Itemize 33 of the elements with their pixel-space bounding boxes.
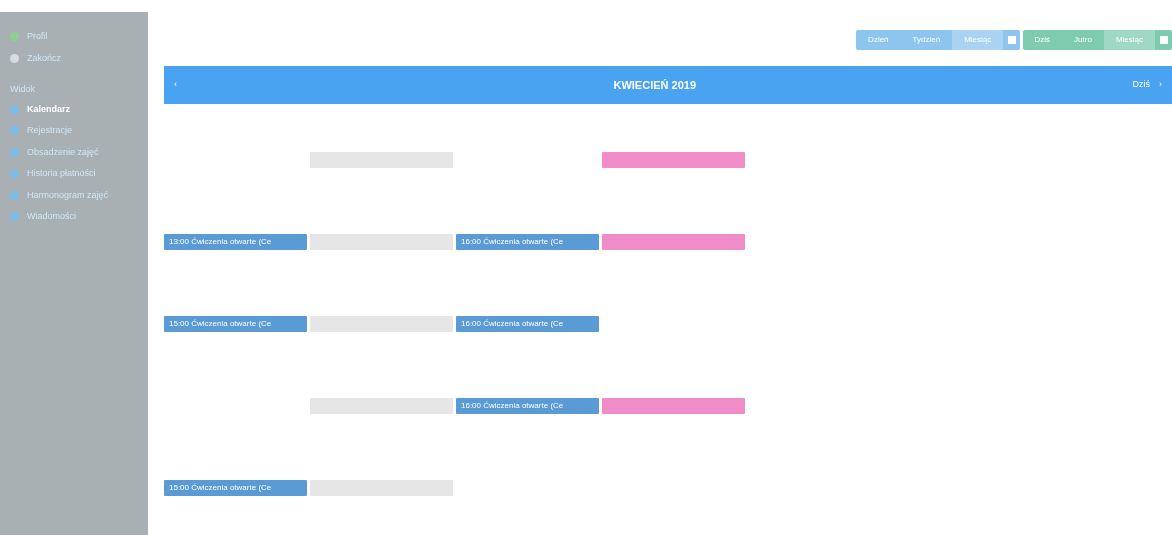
calendar-event[interactable] xyxy=(602,234,745,250)
calendar-event[interactable] xyxy=(310,398,453,414)
sidebar-item[interactable]: Zakończ xyxy=(10,47,148,69)
section-title: Widok xyxy=(10,83,36,96)
calendar-event[interactable]: 15:00 Ćwiczenia otwarte (Ce xyxy=(164,316,307,332)
calendar-event[interactable]: 16:00 Ćwiczenia otwarte (Ce xyxy=(456,234,599,250)
view-button[interactable]: Miesiąc xyxy=(952,30,1004,50)
view-button[interactable]: Miesiąc xyxy=(1103,30,1155,50)
calendar-event[interactable] xyxy=(602,398,745,414)
view-button[interactable]: Dziś xyxy=(1022,30,1063,50)
today-button[interactable]: Dziś xyxy=(1132,78,1150,92)
calendar-event[interactable] xyxy=(310,234,453,250)
sidebar-item[interactable]: Harmonogram zajęć xyxy=(10,184,148,206)
calendar-event[interactable] xyxy=(310,480,453,496)
sidebar-item[interactable]: Profil xyxy=(10,26,148,48)
view-button[interactable]: Tydzień xyxy=(900,30,953,50)
calendar-event[interactable] xyxy=(310,152,453,168)
calendar-event[interactable]: 13:00 Ćwiczenia otwarte (Ce xyxy=(164,234,307,250)
calendar-event[interactable] xyxy=(602,152,745,168)
calendar-event[interactable] xyxy=(310,316,453,332)
calendar-event[interactable]: 16:00 Ćwiczenia otwarte (Ce xyxy=(456,316,599,332)
sidebar-item[interactable]: Rejestracje xyxy=(10,120,148,142)
view-button[interactable]: Dzień xyxy=(856,30,901,50)
sidebar-item[interactable]: Historia płatności xyxy=(10,163,148,185)
sidebar-item[interactable]: Kalendarz xyxy=(10,98,148,120)
calendar-event[interactable]: 16:00 Ćwiczenia otwarte (Ce xyxy=(456,398,599,414)
month-title: KWIECIEŃ 2019 xyxy=(612,77,697,93)
next-button[interactable]: › xyxy=(1159,78,1162,92)
view-button[interactable]: Jutro xyxy=(1062,30,1104,50)
sidebar-item[interactable]: Wiadomości xyxy=(10,206,148,228)
prev-button[interactable]: ‹ xyxy=(174,78,177,92)
sidebar-item[interactable]: Obsadzenie zajęć xyxy=(10,141,148,163)
calendar-event[interactable]: 15:00 Ćwiczenia otwarte (Ce xyxy=(164,480,307,496)
